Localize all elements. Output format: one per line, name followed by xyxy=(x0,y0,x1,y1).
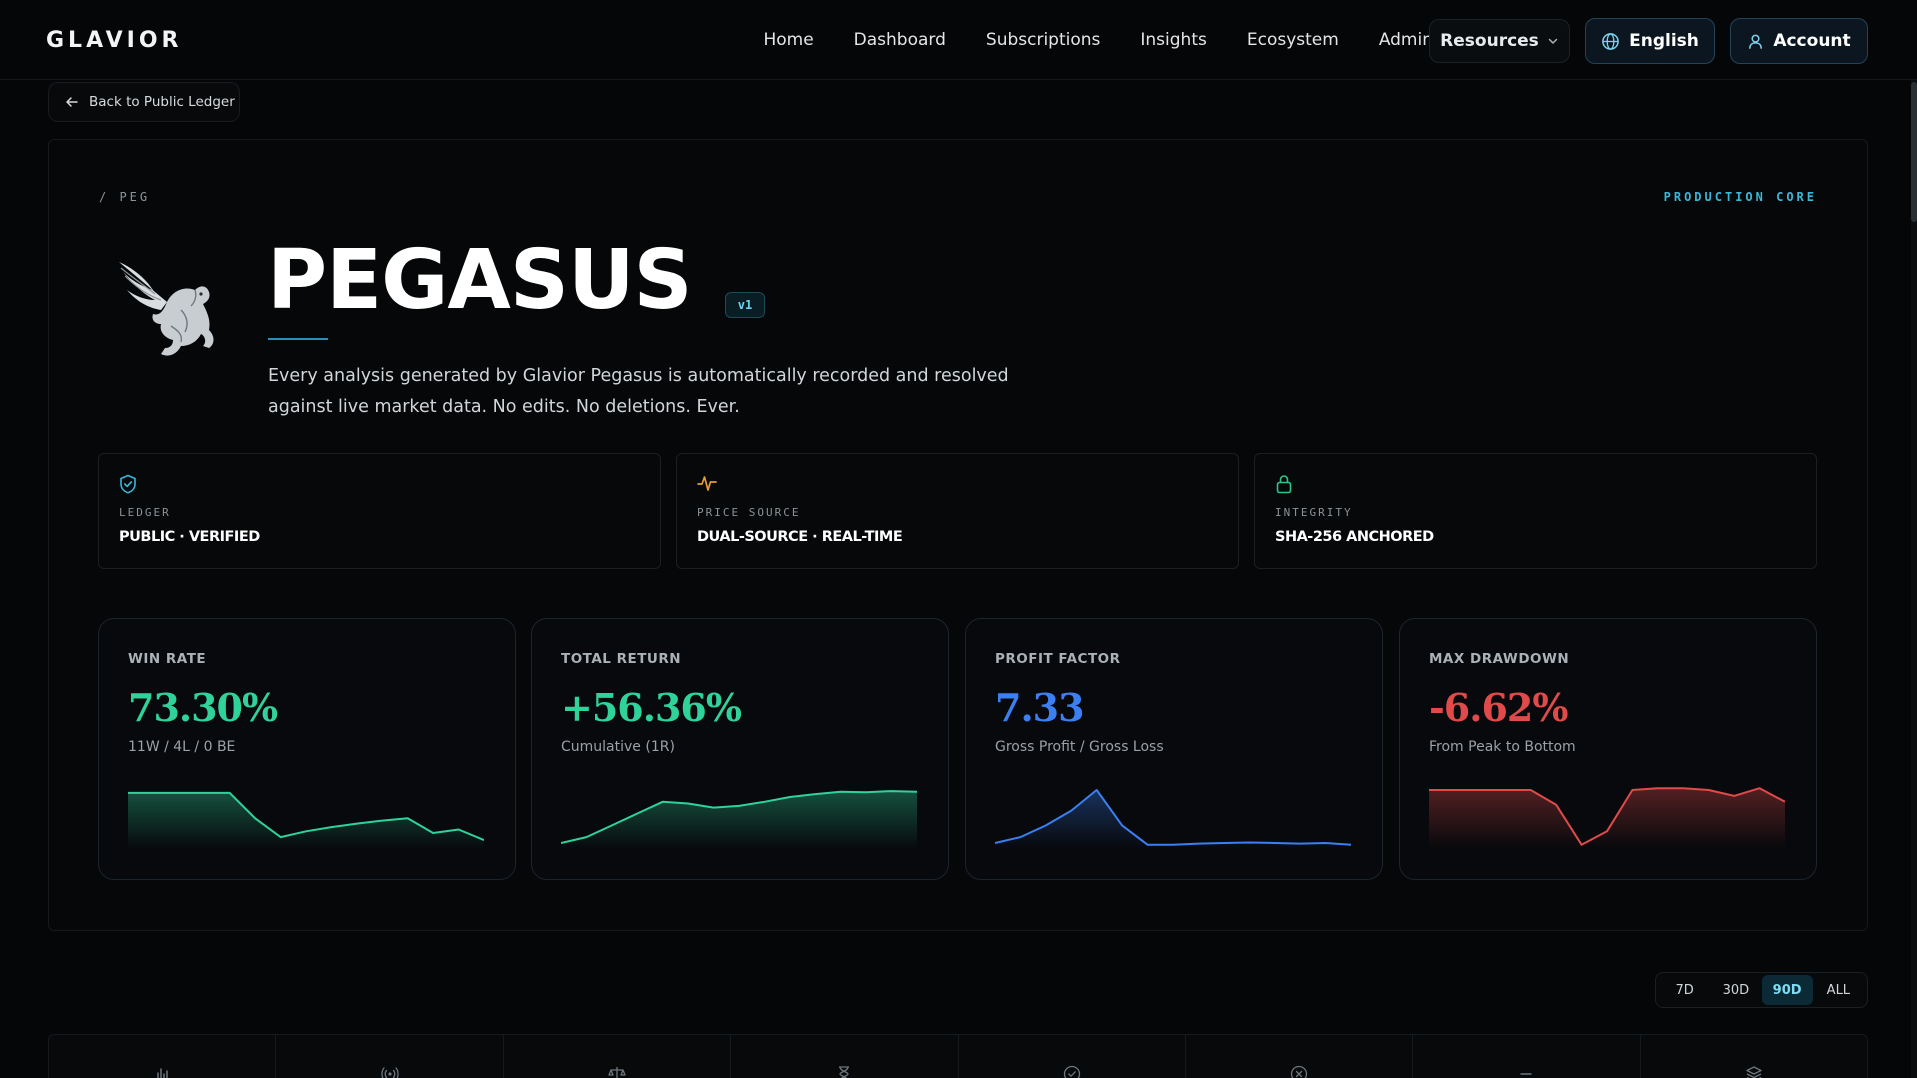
metric-value: 7.33 xyxy=(995,685,1085,730)
hourglass-icon xyxy=(837,1055,851,1078)
title-underline xyxy=(268,338,328,340)
stat-cell-breakeven xyxy=(1413,1035,1641,1078)
info-label: INTEGRITY xyxy=(1275,506,1353,519)
nav-link-ecosystem[interactable]: Ecosystem xyxy=(1247,30,1339,50)
metric-label: PROFIT FACTOR xyxy=(995,651,1121,667)
x-circle-icon xyxy=(1290,1055,1308,1078)
pegasus-logo-icon xyxy=(111,250,231,370)
info-label: LEDGER xyxy=(119,506,171,519)
nav-links: Home Dashboard Subscriptions Insights Ec… xyxy=(763,0,1433,80)
stat-cell-losses xyxy=(1186,1035,1414,1078)
language-button[interactable]: English xyxy=(1585,18,1715,64)
page: GLAVIOR Home Dashboard Subscriptions Ins… xyxy=(0,0,1917,1078)
model-description: Every analysis generated by Glavior Pega… xyxy=(268,366,1009,417)
metric-subtitle: From Peak to Bottom xyxy=(1429,739,1576,755)
metric-value: 73.30% xyxy=(128,685,278,730)
metric-subtitle: 11W / 4L / 0 BE xyxy=(128,739,236,755)
info-card-ledger: LEDGER PUBLIC · VERIFIED xyxy=(98,453,661,569)
bar-chart-icon xyxy=(154,1055,170,1078)
stat-cell-balance xyxy=(504,1035,732,1078)
brand-logo[interactable]: GLAVIOR xyxy=(46,28,182,53)
stat-cell-layers xyxy=(1641,1035,1867,1078)
nav-link-admin[interactable]: Admin xyxy=(1379,30,1433,50)
broadcast-icon xyxy=(380,1055,399,1078)
profit-factor-sparkline xyxy=(995,789,1351,849)
nav-link-dashboard[interactable]: Dashboard xyxy=(854,30,946,50)
model-title: PEGASUS xyxy=(267,233,693,328)
chevron-down-icon xyxy=(1547,35,1559,47)
stat-cell-pending xyxy=(731,1035,959,1078)
scrollbar-track[interactable] xyxy=(1911,80,1917,1078)
top-nav: GLAVIOR Home Dashboard Subscriptions Ins… xyxy=(0,0,1917,80)
range-90d[interactable]: 90D xyxy=(1761,975,1813,1005)
sparkline-area xyxy=(1429,788,1785,849)
model-hero-panel: / PEG PRODUCTION CORE PEGASUS v1 Every a… xyxy=(48,139,1868,931)
max-drawdown-sparkline xyxy=(1429,787,1785,849)
breadcrumb: / PEG xyxy=(99,190,151,204)
back-label: Back to Public Ledger xyxy=(89,94,235,110)
metric-card-profit-factor: PROFIT FACTOR 7.33 Gross Profit / Gross … xyxy=(965,618,1383,880)
resources-label: Resources xyxy=(1440,31,1539,51)
metric-label: WIN RATE xyxy=(128,651,207,667)
info-card-price-source: PRICE SOURCE DUAL-SOURCE · REAL-TIME xyxy=(676,453,1239,569)
metric-label: MAX DRAWDOWN xyxy=(1429,651,1570,667)
metric-card-win-rate: WIN RATE 73.30% 11W / 4L / 0 BE xyxy=(98,618,516,880)
info-value: PUBLIC · VERIFIED xyxy=(119,529,260,545)
info-value: DUAL-SOURCE · REAL-TIME xyxy=(697,529,903,545)
metric-card-max-drawdown: MAX DRAWDOWN -6.62% From Peak to Bottom xyxy=(1399,618,1817,880)
sparkline-area xyxy=(561,791,917,849)
globe-icon xyxy=(1601,32,1620,51)
info-card-integrity: INTEGRITY SHA-256 ANCHORED xyxy=(1254,453,1817,569)
info-value: SHA-256 ANCHORED xyxy=(1275,529,1434,545)
language-label: English xyxy=(1629,31,1699,51)
account-button[interactable]: Account xyxy=(1730,18,1868,64)
stats-strip xyxy=(48,1034,1868,1078)
range-all[interactable]: ALL xyxy=(1813,975,1864,1005)
metric-subtitle: Gross Profit / Gross Loss xyxy=(995,739,1164,755)
nav-link-insights[interactable]: Insights xyxy=(1140,30,1206,50)
metric-subtitle: Cumulative (1R) xyxy=(561,739,675,755)
nav-link-home[interactable]: Home xyxy=(763,30,813,50)
check-circle-icon xyxy=(1063,1055,1081,1078)
pulse-icon xyxy=(697,474,717,492)
lock-icon xyxy=(1275,474,1293,494)
win-rate-sparkline xyxy=(128,791,484,849)
user-icon xyxy=(1747,33,1764,50)
version-badge: v1 xyxy=(725,292,765,318)
range-30d[interactable]: 30D xyxy=(1710,975,1761,1005)
minus-icon xyxy=(1518,1055,1534,1078)
stat-cell-signals xyxy=(276,1035,504,1078)
nav-link-subscriptions[interactable]: Subscriptions xyxy=(986,30,1100,50)
stat-cell-total xyxy=(49,1035,277,1078)
time-range-selector: 7D 30D 90D ALL xyxy=(1655,972,1868,1008)
range-7d[interactable]: 7D xyxy=(1659,975,1710,1005)
stat-cell-wins xyxy=(959,1035,1186,1078)
info-label: PRICE SOURCE xyxy=(697,506,801,519)
back-to-ledger-button[interactable]: Back to Public Ledger xyxy=(48,82,240,122)
account-label: Account xyxy=(1773,31,1851,51)
metric-card-total-return: TOTAL RETURN +56.36% Cumulative (1R) xyxy=(531,618,949,880)
resources-dropdown[interactable]: Resources xyxy=(1429,19,1570,63)
environment-badge: PRODUCTION CORE xyxy=(1663,190,1817,204)
scale-icon xyxy=(608,1055,626,1078)
layers-icon xyxy=(1745,1055,1763,1078)
arrow-left-icon xyxy=(65,95,79,109)
total-return-sparkline xyxy=(561,790,917,849)
sparkline-area xyxy=(128,792,484,849)
metric-value: -6.62% xyxy=(1429,685,1568,730)
metric-label: TOTAL RETURN xyxy=(561,651,682,667)
scrollbar-thumb[interactable] xyxy=(1911,82,1917,222)
metric-value: +56.36% xyxy=(561,685,742,730)
sparkline-area xyxy=(995,790,1351,849)
shield-check-icon xyxy=(119,474,137,494)
